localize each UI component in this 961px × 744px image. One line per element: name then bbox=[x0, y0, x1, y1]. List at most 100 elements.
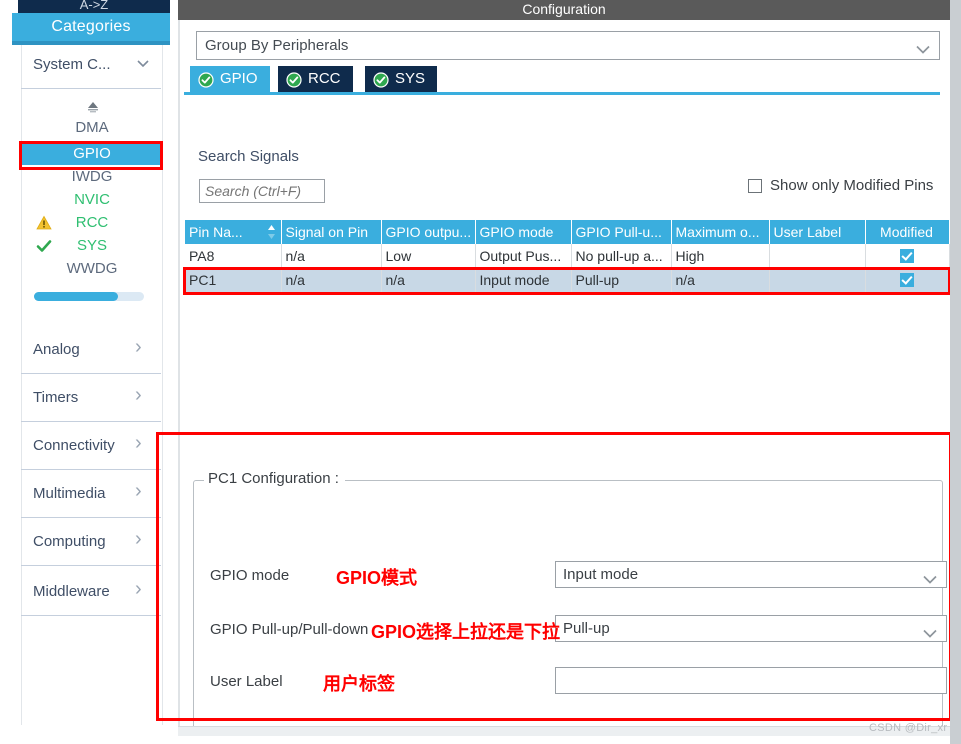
sidebar-item-label: WWDG bbox=[66, 260, 118, 277]
green-check-circle-icon bbox=[198, 71, 214, 88]
cell-modified[interactable] bbox=[865, 268, 950, 293]
sidebar-group-label: System C... bbox=[33, 56, 111, 73]
cell-maximum-output: High bbox=[671, 244, 770, 269]
cell-gpio-mode: Output Pus... bbox=[475, 244, 572, 269]
green-check-circle-icon bbox=[373, 71, 389, 88]
cell-signal-on-pin: n/a bbox=[281, 244, 382, 269]
gpio-pullup-annotation: GPIO选择上拉还是下拉 bbox=[371, 622, 561, 642]
sidebar-group-label: Computing bbox=[33, 533, 106, 550]
cell-modified[interactable] bbox=[865, 244, 950, 269]
sidebar-group-middleware[interactable]: Middleware bbox=[21, 572, 161, 616]
sidebar-horizontal-scrollbar[interactable] bbox=[34, 292, 144, 301]
gpio-mode-dropdown[interactable]: Input mode bbox=[555, 561, 947, 588]
cell-pin-name: PA8 bbox=[185, 244, 282, 269]
chevron-right-icon bbox=[135, 436, 151, 452]
cell-maximum-output: n/a bbox=[671, 268, 770, 293]
sidebar-item-label: RCC bbox=[75, 214, 109, 231]
chevron-down-icon bbox=[916, 41, 930, 54]
sidebar-item-rcc[interactable]: RCC bbox=[22, 211, 162, 234]
cell-signal-on-pin: n/a bbox=[281, 268, 382, 293]
sidebar-group-label: Analog bbox=[33, 341, 80, 358]
peripheral-list: DMA GPIO IWDG NVIC RCC SYS WWDG bbox=[22, 92, 162, 292]
table-row[interactable]: PA8 n/a Low Output Pus... No pull-up a..… bbox=[185, 244, 950, 269]
cell-user-label bbox=[769, 244, 866, 269]
cell-gpio-pullup: No pull-up a... bbox=[571, 244, 672, 269]
checkbox-box bbox=[748, 179, 762, 193]
modified-checkbox-checked-icon bbox=[899, 248, 914, 263]
column-header-modified[interactable]: Modified bbox=[865, 220, 950, 244]
chevron-right-icon bbox=[135, 582, 151, 598]
pin-configuration-table: Pin Na... Signal on Pin GPIO outpu... GP… bbox=[185, 220, 950, 293]
gpio-pullup-dropdown[interactable]: Pull-up bbox=[555, 615, 947, 642]
column-header-maximum-output[interactable]: Maximum o... bbox=[671, 220, 770, 244]
user-label-label: User Label bbox=[210, 673, 283, 690]
sidebar-item-label: DMA bbox=[75, 119, 109, 136]
cell-gpio-pullup: Pull-up bbox=[571, 268, 672, 293]
group-by-dropdown[interactable]: Group By Peripherals bbox=[196, 31, 940, 60]
search-signals-heading: Search Signals bbox=[198, 148, 299, 165]
sidebar-item-label: SYS bbox=[76, 237, 107, 254]
app-root: A->Z Categories System C... DMA GPIO IWD… bbox=[0, 0, 961, 744]
chevron-right-icon bbox=[135, 340, 151, 356]
sidebar-group-computing[interactable]: Computing bbox=[21, 522, 161, 566]
sidebar-group-analog[interactable]: Analog bbox=[21, 330, 161, 374]
sidebar-group-label: Connectivity bbox=[33, 437, 115, 454]
column-header-signal-on-pin[interactable]: Signal on Pin bbox=[281, 220, 382, 244]
left-sidebar: A->Z Categories System C... DMA GPIO IWD… bbox=[0, 0, 178, 744]
green-check-circle-icon bbox=[286, 71, 302, 88]
cell-gpio-mode: Input mode bbox=[475, 268, 572, 293]
user-label-input[interactable] bbox=[555, 667, 947, 694]
tabstrip-underline bbox=[184, 92, 940, 95]
tab-gpio[interactable]: GPIO bbox=[190, 66, 270, 92]
pin-configuration-groupbox: PC1 Configuration : GPIO mode GPIO模式 Inp… bbox=[193, 470, 947, 729]
peripheral-tabstrip: GPIO RCC SYS bbox=[190, 66, 942, 92]
gpio-pullup-label: GPIO Pull-up/Pull-down bbox=[210, 621, 369, 638]
chevron-right-icon bbox=[135, 532, 151, 548]
bottom-status-strip bbox=[178, 726, 950, 736]
group-by-value: Group By Peripherals bbox=[205, 37, 349, 54]
chevron-right-icon bbox=[135, 388, 151, 404]
sidebar-group-multimedia[interactable]: Multimedia bbox=[21, 474, 161, 518]
tab-label: RCC bbox=[308, 70, 341, 87]
sidebar-item-label: IWDG bbox=[71, 168, 113, 185]
sidebar-group-connectivity[interactable]: Connectivity bbox=[21, 426, 161, 470]
tab-categories[interactable]: Categories bbox=[12, 13, 170, 41]
column-header-gpio-output[interactable]: GPIO outpu... bbox=[381, 220, 476, 244]
gpio-mode-value: Input mode bbox=[563, 566, 639, 583]
tab-sys[interactable]: SYS bbox=[365, 66, 438, 92]
sidebar-item-nvic[interactable]: NVIC bbox=[22, 188, 162, 211]
panel-title: Configuration bbox=[178, 0, 950, 20]
cell-user-label bbox=[769, 268, 866, 293]
gpio-pullup-value: Pull-up bbox=[563, 620, 610, 637]
green-check-icon bbox=[36, 238, 52, 254]
column-label: Pin Na... bbox=[189, 224, 243, 240]
column-header-gpio-pullup[interactable]: GPIO Pull-u... bbox=[571, 220, 672, 244]
configuration-panel: Configuration Group By Peripherals GPIO … bbox=[178, 0, 951, 744]
chevron-right-icon bbox=[135, 484, 151, 500]
table-header-row: Pin Na... Signal on Pin GPIO outpu... GP… bbox=[185, 220, 950, 244]
sidebar-item-wwdg[interactable]: WWDG bbox=[22, 257, 162, 280]
sidebar-group-label: Timers bbox=[33, 389, 79, 406]
panel-content: Group By Peripherals GPIO RCC SYS Search… bbox=[178, 20, 951, 729]
sidebar-group-label: Middleware bbox=[33, 583, 110, 600]
tab-rcc[interactable]: RCC bbox=[278, 66, 353, 92]
sort-arrows-icon[interactable] bbox=[267, 224, 276, 240]
scrollbar-thumb[interactable] bbox=[34, 292, 118, 301]
tab-a-to-z[interactable]: A->Z bbox=[18, 0, 170, 14]
column-header-user-label[interactable]: User Label bbox=[769, 220, 866, 244]
column-header-pin-name[interactable]: Pin Na... bbox=[185, 220, 282, 244]
scroll-up-icon[interactable] bbox=[84, 100, 102, 114]
sidebar-item-sys[interactable]: SYS bbox=[22, 234, 162, 257]
warning-triangle-icon bbox=[36, 215, 52, 231]
sidebar-group-timers[interactable]: Timers bbox=[21, 378, 161, 422]
tab-label: GPIO bbox=[220, 70, 258, 87]
sidebar-item-dma[interactable]: DMA bbox=[22, 116, 162, 139]
sidebar-item-label: NVIC bbox=[74, 191, 110, 208]
chevron-down-icon bbox=[135, 55, 151, 71]
column-header-gpio-mode[interactable]: GPIO mode bbox=[475, 220, 572, 244]
search-input[interactable] bbox=[199, 179, 325, 203]
table-row[interactable]: PC1 n/a n/a Input mode Pull-up n/a bbox=[185, 268, 950, 293]
sidebar-group-label: Multimedia bbox=[33, 485, 106, 502]
sidebar-group-system-core[interactable]: System C... bbox=[21, 45, 161, 89]
cell-gpio-output: n/a bbox=[381, 268, 476, 293]
